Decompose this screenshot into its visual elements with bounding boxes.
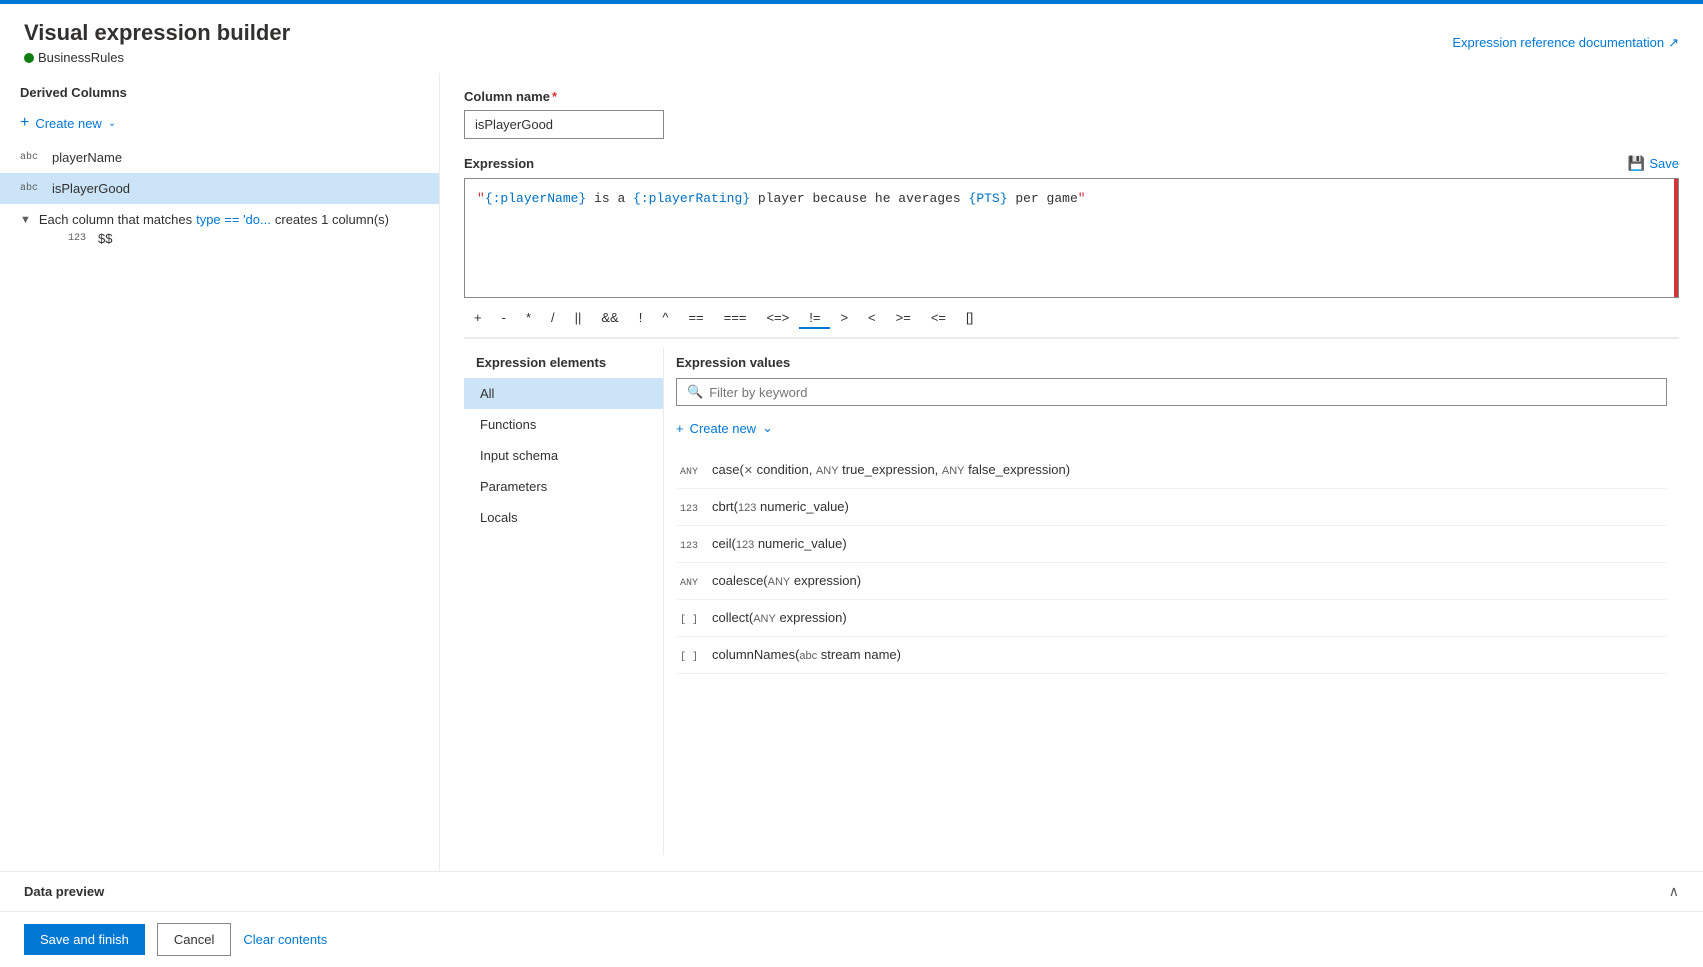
filter-input[interactable] [709,385,1656,400]
expression-editor[interactable]: "{:playerName} is a {:playerRating} play… [464,178,1679,298]
op-plus[interactable]: + [464,306,492,329]
column-item-playername[interactable]: abc playerName [0,142,439,173]
expr-values-title: Expression values [676,355,1667,370]
dollar-type-badge: 123 [68,233,92,244]
expr-elem-all[interactable]: All [464,378,663,409]
left-panel: Derived Columns + Create new ⌄ abc playe… [0,73,440,871]
op-and[interactable]: && [591,306,628,329]
op-gte[interactable]: >= [886,306,921,329]
plus-icon: + [676,421,684,436]
derived-columns-header: Derived Columns [0,73,439,108]
each-column-section: ▼ Each column that matches type == 'do..… [0,204,439,258]
func-type-badge: [ ] [680,652,704,663]
func-type-badge: [ ] [680,615,704,626]
func-signature: collect(ANY expression) [712,610,847,625]
func-case[interactable]: ANY case(✕ condition, ANY true_expressio… [676,452,1667,489]
expr-elem-parameters[interactable]: Parameters [464,471,663,502]
plus-icon: + [20,114,29,132]
op-lt[interactable]: < [858,306,886,329]
expr-header: Expression 💾 Save [464,155,1679,172]
expr-elements-title: Expression elements [464,355,663,378]
expr-elem-input-schema[interactable]: Input schema [464,440,663,471]
clear-contents-button[interactable]: Clear contents [243,932,327,947]
column-item-isplayergood[interactable]: abc isPlayerGood [0,173,439,204]
expr-ref-link[interactable]: Expression reference documentation ↗ [1452,35,1679,51]
func-coalesce[interactable]: ANY coalesce(ANY expression) [676,563,1667,600]
expr-elem-locals[interactable]: Locals [464,502,663,533]
func-type-badge: ANY [680,467,704,478]
search-icon: 🔍 [687,384,703,400]
op-spaceship[interactable]: <=> [756,306,799,329]
main-layout: Derived Columns + Create new ⌄ abc playe… [0,73,1703,871]
create-new-button[interactable]: + Create new ⌄ [0,108,439,138]
func-type-badge: 123 [680,541,704,552]
expr-elem-functions[interactable]: Functions [464,409,663,440]
func-type-badge: ANY [680,578,704,589]
function-list: ANY case(✕ condition, ANY true_expressio… [676,452,1667,674]
func-cbrt[interactable]: 123 cbrt(123 numeric_value) [676,489,1667,526]
chevron-down-icon: ⌄ [108,118,116,129]
operators-bar: + - * / || && ! ^ == === <=> != > < >= <… [464,298,1679,339]
func-signature: columnNames(abc stream name) [712,647,901,662]
filter-input-wrap: 🔍 [676,378,1667,406]
func-signature: cbrt(123 numeric_value) [712,499,849,514]
expand-icon[interactable]: ▼ [20,214,31,226]
external-link-icon: ↗ [1668,35,1679,51]
column-name-input[interactable] [464,110,664,139]
data-preview-bar: Data preview ∧ [0,871,1703,911]
func-type-badge: 123 [680,504,704,515]
op-bracket[interactable]: [] [956,306,983,329]
op-or[interactable]: || [565,306,592,329]
save-icon: 💾 [1628,155,1645,172]
expression-section: Expression 💾 Save "{:playerName} is a {:… [464,155,1679,855]
header-subtitle-text: BusinessRules [38,50,124,65]
col-name-label: Column name* [464,89,1679,104]
data-preview-label: Data preview [24,884,104,899]
op-minus[interactable]: - [492,306,516,329]
page-title: Visual expression builder [24,20,290,46]
op-neq[interactable]: != [799,306,830,329]
each-column-row: ▼ Each column that matches type == 'do..… [20,212,419,227]
col-name-section: Column name* [464,89,1679,139]
op-multiply[interactable]: * [516,306,541,329]
op-not[interactable]: ! [629,306,653,329]
save-and-finish-button[interactable]: Save and finish [24,924,145,955]
type-badge: abc [20,152,44,163]
bottom-panels: Expression elements All Functions Input … [464,347,1679,855]
chevron-down-icon: ⌄ [762,420,773,436]
op-eq[interactable]: == [678,306,713,329]
type-badge: abc [20,183,44,194]
error-indicator [1674,179,1678,297]
cancel-button[interactable]: Cancel [157,923,231,956]
func-collect[interactable]: [ ] collect(ANY expression) [676,600,1667,637]
header-subtitle: BusinessRules [24,50,290,65]
expression-values-panel: Expression values 🔍 + Create new ⌄ ANY [664,347,1679,855]
expression-elements-panel: Expression elements All Functions Input … [464,347,664,855]
expression-code: "{:playerName} is a {:playerRating} play… [477,189,1666,210]
right-panel: Column name* Expression 💾 Save "{:player… [440,73,1703,871]
func-ceil[interactable]: 123 ceil(123 numeric_value) [676,526,1667,563]
required-indicator: * [552,89,557,104]
op-strict-eq[interactable]: === [714,306,757,329]
save-button[interactable]: 💾 Save [1628,155,1679,172]
func-signature: case(✕ condition, ANY true_expression, A… [712,462,1070,477]
footer: Save and finish Cancel Clear contents [0,911,1703,967]
func-columnnames[interactable]: [ ] columnNames(abc stream name) [676,637,1667,674]
func-signature: ceil(123 numeric_value) [712,536,847,551]
op-xor[interactable]: ^ [652,306,678,329]
create-new-expr-button[interactable]: + Create new ⌄ [676,416,1667,440]
op-lte[interactable]: <= [921,306,956,329]
type-link[interactable]: type == 'do... [196,212,271,227]
op-gt[interactable]: > [830,306,858,329]
op-divide[interactable]: / [541,306,565,329]
collapse-icon[interactable]: ∧ [1669,883,1679,900]
status-dot [24,53,34,63]
expression-label: Expression [464,156,534,171]
column-list: abc playerName abc isPlayerGood [0,142,439,204]
dollar-row: 123 $$ [20,227,419,250]
expr-string-open: " [477,191,485,206]
func-signature: coalesce(ANY expression) [712,573,861,588]
header: Visual expression builder BusinessRules … [0,4,1703,73]
